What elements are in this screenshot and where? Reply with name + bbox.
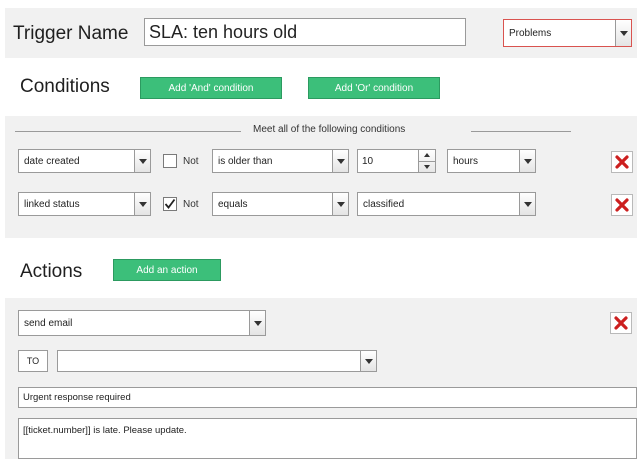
conditions-panel: Meet all of the following conditions dat…: [5, 116, 637, 238]
not-checkbox[interactable]: [163, 154, 177, 168]
close-x-icon: [615, 198, 629, 212]
email-body-textarea[interactable]: [[ticket.number]] is late. Please update…: [18, 418, 637, 459]
condition-operator-value: is older than: [218, 155, 273, 167]
action-type-value: send email: [24, 317, 73, 329]
chevron-down-icon[interactable]: [332, 150, 348, 172]
condition-unit-value: hours: [453, 155, 479, 167]
actions-title: Actions: [20, 261, 83, 282]
stepper-up-icon[interactable]: [419, 150, 435, 161]
delete-action-button[interactable]: [610, 312, 632, 334]
chevron-down-icon[interactable]: [134, 193, 150, 215]
recipient-select[interactable]: [57, 350, 377, 372]
recipient-value: [58, 351, 360, 371]
chevron-down-icon[interactable]: [519, 193, 535, 215]
trigger-name-label: Trigger Name: [13, 23, 129, 44]
conditions-match-text: Meet all of the following conditions: [253, 124, 406, 135]
add-action-button[interactable]: Add an action: [113, 259, 221, 281]
not-checkbox[interactable]: [163, 197, 177, 211]
condition-operator-select[interactable]: is older than: [212, 149, 349, 173]
condition-operator-select[interactable]: equals: [212, 192, 349, 216]
close-x-icon: [615, 155, 629, 169]
chevron-down-icon[interactable]: [360, 351, 376, 371]
conditions-divider-right: [471, 131, 571, 132]
condition-value-text: classified: [363, 198, 405, 210]
condition-value-stepper[interactable]: 10: [357, 149, 436, 173]
conditions-title: Conditions: [20, 76, 110, 97]
condition-operator-value: equals: [218, 198, 248, 210]
condition-value-select[interactable]: classified: [357, 192, 536, 216]
condition-field-value: date created: [24, 155, 80, 167]
not-label: Not: [183, 156, 199, 167]
not-label: Not: [183, 199, 199, 210]
trigger-name-input[interactable]: SLA: ten hours old: [144, 18, 466, 46]
condition-field-value: linked status: [24, 198, 80, 210]
conditions-divider-left: [15, 131, 241, 132]
condition-field-select[interactable]: date created: [18, 149, 151, 173]
checkmark-icon: [164, 198, 176, 209]
category-select[interactable]: Problems: [503, 19, 632, 47]
chevron-down-icon[interactable]: [134, 150, 150, 172]
chevron-down-icon[interactable]: [249, 311, 265, 335]
condition-unit-select[interactable]: hours: [447, 149, 536, 173]
stepper-down-icon[interactable]: [419, 160, 435, 173]
condition-value-text: 10: [362, 155, 374, 167]
chevron-down-icon[interactable]: [519, 150, 535, 172]
add-and-condition-button[interactable]: Add 'And' condition: [140, 77, 282, 99]
recipient-type-button[interactable]: TO: [18, 350, 48, 372]
actions-panel: send email TO Urgent response required […: [5, 298, 637, 459]
action-type-select[interactable]: send email: [18, 310, 266, 336]
chevron-down-icon[interactable]: [332, 193, 348, 215]
chevron-down-icon[interactable]: [615, 20, 631, 46]
category-select-value: Problems: [509, 27, 552, 39]
stepper-arrows[interactable]: [418, 150, 435, 172]
delete-condition-button[interactable]: [611, 194, 633, 216]
close-x-icon: [614, 316, 628, 330]
email-subject-input[interactable]: Urgent response required: [18, 387, 637, 408]
delete-condition-button[interactable]: [611, 151, 633, 173]
trigger-header-panel: Trigger Name SLA: ten hours old Problems: [5, 8, 637, 58]
add-or-condition-button[interactable]: Add 'Or' condition: [308, 77, 440, 99]
condition-field-select[interactable]: linked status: [18, 192, 151, 216]
